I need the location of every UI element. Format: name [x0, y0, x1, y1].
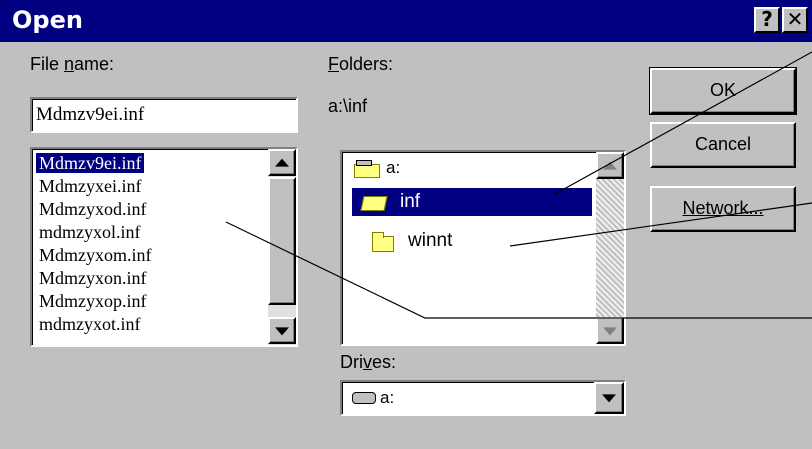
folder-list-scrollbar[interactable] — [596, 152, 624, 344]
scroll-up-button[interactable] — [596, 152, 624, 179]
file-list-item[interactable]: Mdmzyxei.inf — [36, 176, 144, 196]
file-list-item[interactable]: mdmzyxot.inf — [36, 314, 144, 334]
scroll-up-button[interactable] — [268, 149, 296, 176]
file-name-value: Mdmzv9ei.inf — [36, 104, 145, 125]
folder-list[interactable]: a: inf winnt — [340, 150, 626, 346]
title-bar[interactable]: Open ? ✕ — [0, 0, 812, 42]
file-name-input[interactable]: Mdmzv9ei.inf — [30, 97, 298, 133]
file-list-item[interactable]: Mdmzyxod.inf — [36, 199, 150, 219]
open-folder-icon — [360, 196, 388, 211]
folders-label: Folders: — [328, 54, 394, 74]
file-list-item[interactable]: Mdmzv9ei.inf — [36, 153, 145, 173]
file-list-item[interactable]: Mdmzyxop.inf — [36, 291, 150, 311]
arrow-down-icon — [603, 326, 617, 335]
network-button-label: Network... — [682, 198, 764, 218]
current-path: a:\inf — [328, 96, 368, 116]
file-list-item[interactable]: Mdmzyxom.inf — [36, 245, 155, 265]
drives-dropdown-button[interactable] — [594, 382, 624, 414]
scroll-down-button[interactable] — [596, 317, 624, 344]
dialog-title: Open — [12, 6, 83, 34]
file-list-item[interactable]: Mdmzyxon.inf — [36, 268, 150, 288]
drives-value: a: — [380, 388, 395, 407]
open-dialog: Open ? ✕ File name: Mdmzv9ei.inf Mdmzv9e… — [0, 0, 812, 449]
drives-select[interactable]: a: — [340, 380, 626, 416]
folder-label: inf — [400, 191, 421, 212]
drive-icon-part — [356, 160, 372, 166]
folder-item-winnt[interactable]: winnt — [352, 228, 552, 256]
network-button[interactable]: Network... — [650, 186, 796, 232]
cancel-button[interactable]: Cancel — [650, 122, 796, 168]
drives-label: Drives: — [340, 352, 397, 372]
folder-label: a: — [386, 158, 401, 177]
close-button[interactable]: ✕ — [782, 7, 808, 33]
file-list-scrollbar[interactable] — [268, 149, 296, 345]
scroll-thumb[interactable] — [268, 177, 296, 305]
file-list-item[interactable]: mdmzyxol.inf — [36, 222, 144, 242]
arrow-up-icon — [275, 158, 289, 167]
drive-folder-icon — [354, 164, 380, 178]
closed-folder-icon — [372, 232, 394, 252]
file-name-label: File name: — [30, 54, 115, 74]
help-button[interactable]: ? — [754, 7, 780, 33]
arrow-up-icon — [603, 161, 617, 170]
folder-item-inf[interactable]: inf — [352, 188, 592, 216]
file-list[interactable]: Mdmzv9ei.inf Mdmzyxei.inf Mdmzyxod.inf mdmz… — [30, 147, 298, 347]
ok-button[interactable]: OK — [649, 67, 797, 115]
folder-label: winnt — [408, 230, 453, 251]
chevron-down-icon — [602, 394, 616, 403]
arrow-down-icon — [275, 326, 289, 335]
scroll-down-button[interactable] — [268, 317, 296, 344]
floppy-drive-icon — [352, 392, 376, 404]
